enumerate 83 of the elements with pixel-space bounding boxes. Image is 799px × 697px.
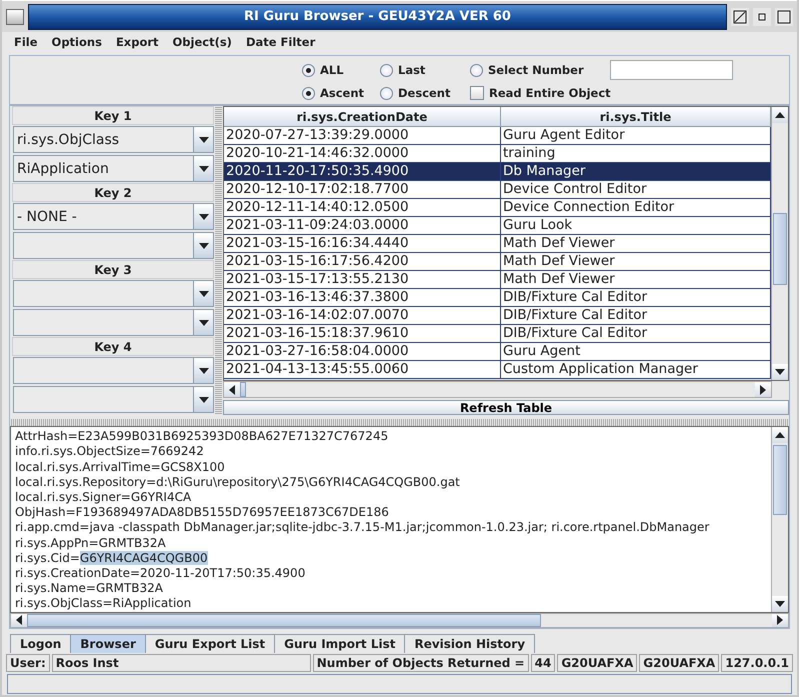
combo-box[interactable]: - NONE -	[13, 203, 214, 230]
restore-icon[interactable]	[753, 8, 771, 26]
table-row[interactable]: 2020-12-11-14:40:12.0500 Device Connection Editor	[224, 199, 771, 218]
property-line: info.ri.sys.ObjectSize=7669242	[15, 444, 205, 460]
scroll-down-icon[interactable]	[775, 600, 785, 607]
table-row[interactable]: 2021-04-13-13:45:55.0060 Custom Application Manager	[224, 361, 771, 380]
property-line: ri.app.cmd=java -classpath DbManager.jar;sqlite-jdbc-3.7.15-M1.jar;jcommon-1.0.23.jar; ri.core.rtpanel.DbManager	[15, 520, 710, 536]
table-row[interactable]: 2021-03-16-13:46:37.3800 DIB/Fixture Cal Editor	[224, 289, 771, 308]
combo-box[interactable]: RiApplication	[13, 155, 214, 182]
status-field: G20UAFXA	[639, 654, 720, 672]
splitter-handle[interactable]	[215, 106, 222, 416]
property-line: local.ri.sys.Repository=d:\RiGuru\repository\275\G6YRI4CAG4CQGB00.gat	[15, 474, 461, 490]
table-row[interactable]: 2021-03-16-14:02:07.0070 DIB/Fixture Cal Editor	[224, 307, 771, 326]
menu-item[interactable]: Object(s)	[172, 35, 232, 49]
status-label: User:	[6, 654, 50, 672]
key-header: Key 4	[12, 337, 214, 356]
tab[interactable]: Guru Export List	[144, 634, 276, 653]
scroll-down-icon[interactable]	[775, 369, 785, 376]
key-header: Key 1	[12, 106, 214, 126]
window-title: RI Guru Browser - GEU43Y2A VER 60	[244, 9, 511, 24]
table-row[interactable]: 2021-03-16-15:18:37.9610 DIB/Fixture Cal Editor	[224, 325, 771, 344]
property-line: ri.sys.CreationDate=2020-11-20T17:50:35.4900	[15, 566, 306, 582]
checkbox[interactable]: Read Entire Object	[470, 86, 610, 100]
status-field: Roos Inst	[52, 654, 311, 672]
scroll-thumb[interactable]	[240, 382, 246, 398]
tab[interactable]: Logon	[10, 634, 72, 653]
splitter-handle[interactable]	[10, 419, 789, 426]
table-row[interactable]: 2021-03-15-17:13:55.2130 Math Def Viewer	[224, 271, 771, 290]
radio-option[interactable]: Last	[380, 63, 470, 78]
property-line: local.ri.sys.ArrivalTime=GCS8X100	[15, 460, 226, 475]
status-field: 127.0.0.1	[721, 654, 793, 672]
table-row[interactable]: 2020-12-10-17:02:18.7700 Device Control Editor	[224, 181, 771, 200]
scrollbar[interactable]	[10, 612, 789, 628]
minimize-icon[interactable]	[775, 8, 793, 26]
radio-option[interactable]: ALL	[302, 63, 380, 78]
maximize-icon[interactable]	[731, 8, 749, 26]
tab[interactable]: Browser	[70, 634, 146, 653]
table-row[interactable]: 2021-03-15-16:16:34.4440 Math Def Viewer	[224, 235, 771, 254]
table-row[interactable]: 2020-11-20-17:50:35.4900 Db Manager	[224, 163, 771, 182]
key-header: Key 2	[12, 183, 214, 202]
status-label: Number of Objects Returned =	[312, 654, 529, 672]
key-header: Key 3	[12, 260, 214, 280]
menu-item[interactable]: File	[14, 35, 38, 49]
property-line: ri.sys.Cid=G6YRI4CAG4CQGB00	[15, 550, 209, 566]
scroll-right-icon[interactable]	[777, 615, 783, 626]
scroll-left-icon[interactable]	[16, 615, 22, 626]
number-field[interactable]	[610, 60, 733, 80]
table-row[interactable]: 2021-03-15-16:17:56.4200 Math Def Viewer	[224, 253, 771, 272]
radio-option[interactable]: Descent	[380, 86, 470, 100]
scroll-right-icon[interactable]	[760, 384, 766, 395]
scrollbar[interactable]	[771, 427, 788, 612]
radio-option[interactable]: Select Number	[470, 63, 610, 78]
table-row[interactable]: 2020-10-21-14:46:32.0000 training	[224, 145, 771, 164]
column-header[interactable]: ri.sys.CreationDate	[224, 107, 501, 128]
scroll-left-icon[interactable]	[229, 384, 235, 395]
status-field: G20UAFXA	[557, 654, 638, 672]
radio-option[interactable]: Ascent	[302, 86, 380, 100]
property-line: ri.sys.ObjClass=RiApplication	[15, 596, 192, 612]
table-row[interactable]: 2021-03-11-09:24:03.0000 Guru Look	[224, 217, 771, 236]
property-line: AttrHash=E23A599B031B6925393D08BA627E71327C767245	[15, 429, 390, 444]
scrollbar[interactable]	[771, 107, 788, 380]
scrollbar[interactable]	[223, 381, 772, 398]
menu-item[interactable]: Date Filter	[246, 35, 316, 49]
menu-item[interactable]: Options	[52, 35, 102, 49]
table-row[interactable]: 2021-03-27-16:58:04.0000 Guru Agent	[224, 343, 771, 362]
scroll-thumb[interactable]	[27, 614, 541, 627]
property-line: ObjHash=F193689497ADA8DB5155D76957EE1873C67DE186	[15, 505, 390, 520]
tab[interactable]: Guru Import List	[274, 634, 406, 653]
column-header[interactable]: ri.sys.Title	[501, 107, 771, 128]
combo-box[interactable]: ri.sys.ObjClass	[13, 126, 214, 154]
scroll-thumb[interactable]	[773, 445, 787, 516]
tab[interactable]: Revision History	[404, 634, 536, 653]
status-field: 44	[530, 654, 556, 672]
scroll-thumb[interactable]	[773, 213, 787, 286]
property-line: ri.sys.Name=GRMTB32A	[15, 581, 164, 596]
menu-item[interactable]: Export	[116, 35, 159, 49]
refresh-button[interactable]: Refresh Table	[223, 400, 789, 416]
property-line: ri.sys.AppPn=GRMTB32A	[15, 536, 167, 551]
scroll-up-icon[interactable]	[775, 432, 785, 438]
table-row[interactable]: 2020-07-27-13:39:29.0000 Guru Agent Editor	[224, 127, 771, 146]
property-line: local.ri.sys.Signer=G6YRI4CA	[15, 490, 192, 506]
window-menu-icon[interactable]	[6, 8, 24, 24]
scroll-up-icon[interactable]	[775, 112, 785, 118]
